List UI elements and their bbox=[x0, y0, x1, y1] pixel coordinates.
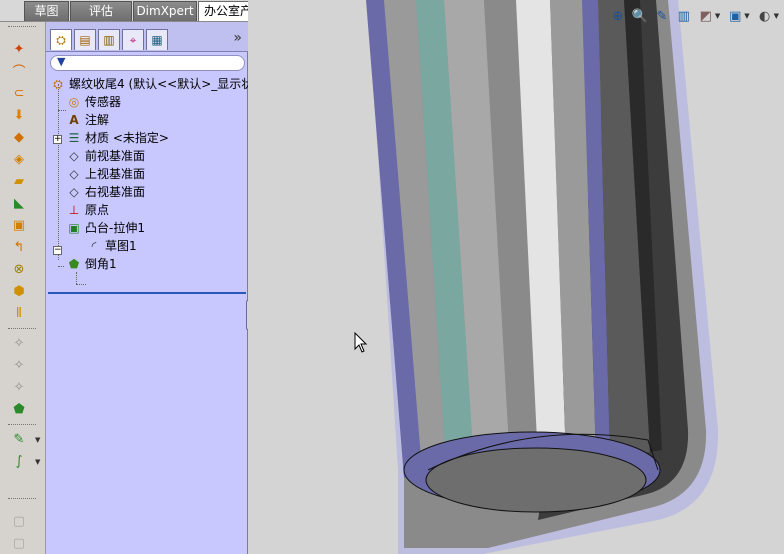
spline-dropdown-icon[interactable]: ▼ bbox=[35, 436, 40, 444]
tree-item-material[interactable]: ☰ 材质 <未指定> bbox=[66, 129, 169, 147]
intersect-icon[interactable]: ⊗ bbox=[10, 260, 28, 278]
tree-connector bbox=[76, 272, 77, 284]
chamfer-icon: ⬟ bbox=[68, 257, 80, 271]
tree-root-part[interactable]: ⛭ 螺纹收尾4 (默认<<默认>_显示状 bbox=[50, 75, 253, 93]
plane-icon: ◇ bbox=[69, 185, 79, 199]
command-manager-toolbar: ✦ ⌒ ⊂ ⬇ ◆ ◈ ▰ ◣ ▣ ↰ ⊗ ⬢ Ⅱ ✧ ✧ ✧ ⬟ ✎ ▼ ∫ … bbox=[0, 22, 46, 554]
disabled-tool-3-icon: ✧ bbox=[13, 379, 25, 395]
previous-view-icon[interactable]: ✎ bbox=[652, 6, 672, 26]
linear-pattern-icon[interactable]: ◈ bbox=[10, 150, 28, 168]
rib-icon[interactable]: ▰ bbox=[10, 172, 28, 190]
tab-sketch[interactable]: 草图 bbox=[24, 1, 69, 21]
extruded-boss-icon[interactable]: ✦ bbox=[10, 40, 28, 58]
material-icon: ☰ bbox=[68, 131, 80, 145]
property-manager-tab[interactable]: ▤ bbox=[74, 29, 96, 50]
display-style-icon[interactable]: ▣ bbox=[725, 6, 745, 26]
toolbar-separator bbox=[8, 328, 36, 330]
view-orientation-dropdown-icon[interactable]: ▼ bbox=[715, 12, 720, 20]
reference-geometry-icon[interactable]: ⬢ bbox=[10, 282, 28, 300]
wrap-icon[interactable]: ↰ bbox=[10, 238, 28, 256]
tree-item-annotations[interactable]: A 注解 bbox=[66, 111, 109, 129]
spline-icon[interactable]: ✎ bbox=[10, 430, 28, 448]
tree-connector bbox=[58, 110, 66, 111]
section-view-icon[interactable]: ▥ bbox=[674, 6, 694, 26]
feature-manager-tabs: ⛭ ▤ ▥ ⌖ ▦ » bbox=[46, 22, 248, 52]
toolbar-separator-3 bbox=[8, 498, 36, 500]
configuration-manager-tab[interactable]: ▥ bbox=[98, 29, 120, 50]
tree-item-boss-extrude[interactable]: ▣ 凸台-拉伸1 bbox=[66, 219, 145, 237]
tree-item-origin[interactable]: ⊥ 原点 bbox=[66, 201, 109, 219]
revolved-boss-icon[interactable]: ⌒ bbox=[10, 63, 28, 81]
annotation-icon: A bbox=[69, 113, 79, 127]
tab-evaluate[interactable]: 评估 bbox=[70, 1, 132, 21]
instant3d-icon[interactable]: ⬟ bbox=[10, 400, 28, 418]
display-style-dropdown-icon[interactable]: ▼ bbox=[744, 12, 749, 20]
heads-up-view-toolbar: ⊕ 🔍 ✎ ▥ ◩ ▼ ▣ ▼ ◐ ▼ bbox=[608, 5, 782, 27]
sketch-icon: ◜ bbox=[91, 239, 97, 253]
sensor-icon: ◎ bbox=[68, 95, 80, 109]
hide-show-dropdown-icon[interactable]: ▼ bbox=[774, 12, 779, 20]
extrude-icon: ▣ bbox=[68, 221, 80, 235]
hide-show-items-icon[interactable]: ◐ bbox=[755, 6, 775, 26]
tree-item-front-plane[interactable]: ◇ 前视基准面 bbox=[66, 147, 145, 165]
part-icon: ⛭ bbox=[53, 77, 63, 91]
filter-icon: ▼ bbox=[57, 55, 66, 68]
dimxpert-manager-tab[interactable]: ⌖ bbox=[122, 29, 144, 50]
lofted-boss-icon[interactable]: ⬇ bbox=[10, 106, 28, 124]
swept-boss-icon[interactable]: ⊂ bbox=[10, 84, 28, 102]
origin-icon: ⊥ bbox=[68, 203, 80, 217]
zoom-to-area-icon[interactable]: 🔍 bbox=[630, 6, 650, 26]
tree-item-right-plane[interactable]: ◇ 右视基准面 bbox=[66, 183, 145, 201]
disabled-tool-4-icon: ▢ bbox=[12, 513, 26, 529]
end-face bbox=[425, 447, 647, 513]
shell-icon[interactable]: ▣ bbox=[10, 216, 28, 234]
helix-dropdown-icon[interactable]: ▼ bbox=[35, 458, 40, 466]
tree-connector bbox=[76, 284, 86, 285]
feature-manager-tab[interactable]: ⛭ bbox=[50, 29, 72, 50]
tree-item-top-plane[interactable]: ◇ 上视基准面 bbox=[66, 165, 145, 183]
feature-filter-input[interactable]: ▼ bbox=[50, 55, 245, 71]
plane-icon: ◇ bbox=[69, 167, 79, 181]
tree-item-chamfer[interactable]: ⬟ 倒角1 bbox=[66, 255, 117, 273]
cylinder-model bbox=[366, 0, 719, 554]
draft-icon[interactable]: ◣ bbox=[10, 194, 28, 212]
view-orientation-icon[interactable]: ◩ bbox=[696, 6, 716, 26]
curves-icon[interactable]: Ⅱ bbox=[10, 304, 28, 322]
rollback-bar[interactable] bbox=[48, 292, 246, 294]
tree-connector bbox=[58, 266, 64, 267]
display-manager-tab[interactable]: ▦ bbox=[146, 29, 168, 50]
tree-item-sensors[interactable]: ◎ 传感器 bbox=[66, 93, 121, 111]
tab-dimxpert[interactable]: DimXpert bbox=[133, 1, 197, 21]
mouse-cursor-icon bbox=[354, 332, 368, 353]
more-tabs-icon[interactable]: » bbox=[233, 30, 242, 46]
toolbar-separator-2 bbox=[8, 424, 36, 426]
feature-manager-panel: ⛭ ▤ ▥ ⌖ ▦ » ▼ ⛭ 螺纹收尾4 (默认<<默认>_显示状 ◎ 传感器… bbox=[46, 22, 253, 554]
disabled-tool-2-icon: ✧ bbox=[13, 357, 25, 373]
toolbar-grip[interactable] bbox=[8, 26, 36, 28]
extrude-collapse-icon[interactable]: − bbox=[53, 246, 62, 255]
disabled-tool-5-icon: ▢ bbox=[12, 535, 26, 551]
graphics-viewport[interactable]: ⊕ 🔍 ✎ ▥ ◩ ▼ ▣ ▼ ◐ ▼ bbox=[248, 0, 784, 554]
plane-icon: ◇ bbox=[69, 149, 79, 163]
disabled-tool-1-icon: ✧ bbox=[13, 335, 25, 351]
helix-icon[interactable]: ∫ bbox=[10, 452, 28, 470]
tree-item-sketch1[interactable]: ◜ 草图1 bbox=[86, 237, 137, 255]
annotations-expand-icon[interactable]: + bbox=[53, 135, 62, 144]
fillet-icon[interactable]: ◆ bbox=[10, 128, 28, 146]
zoom-to-fit-icon[interactable]: ⊕ bbox=[608, 6, 628, 26]
